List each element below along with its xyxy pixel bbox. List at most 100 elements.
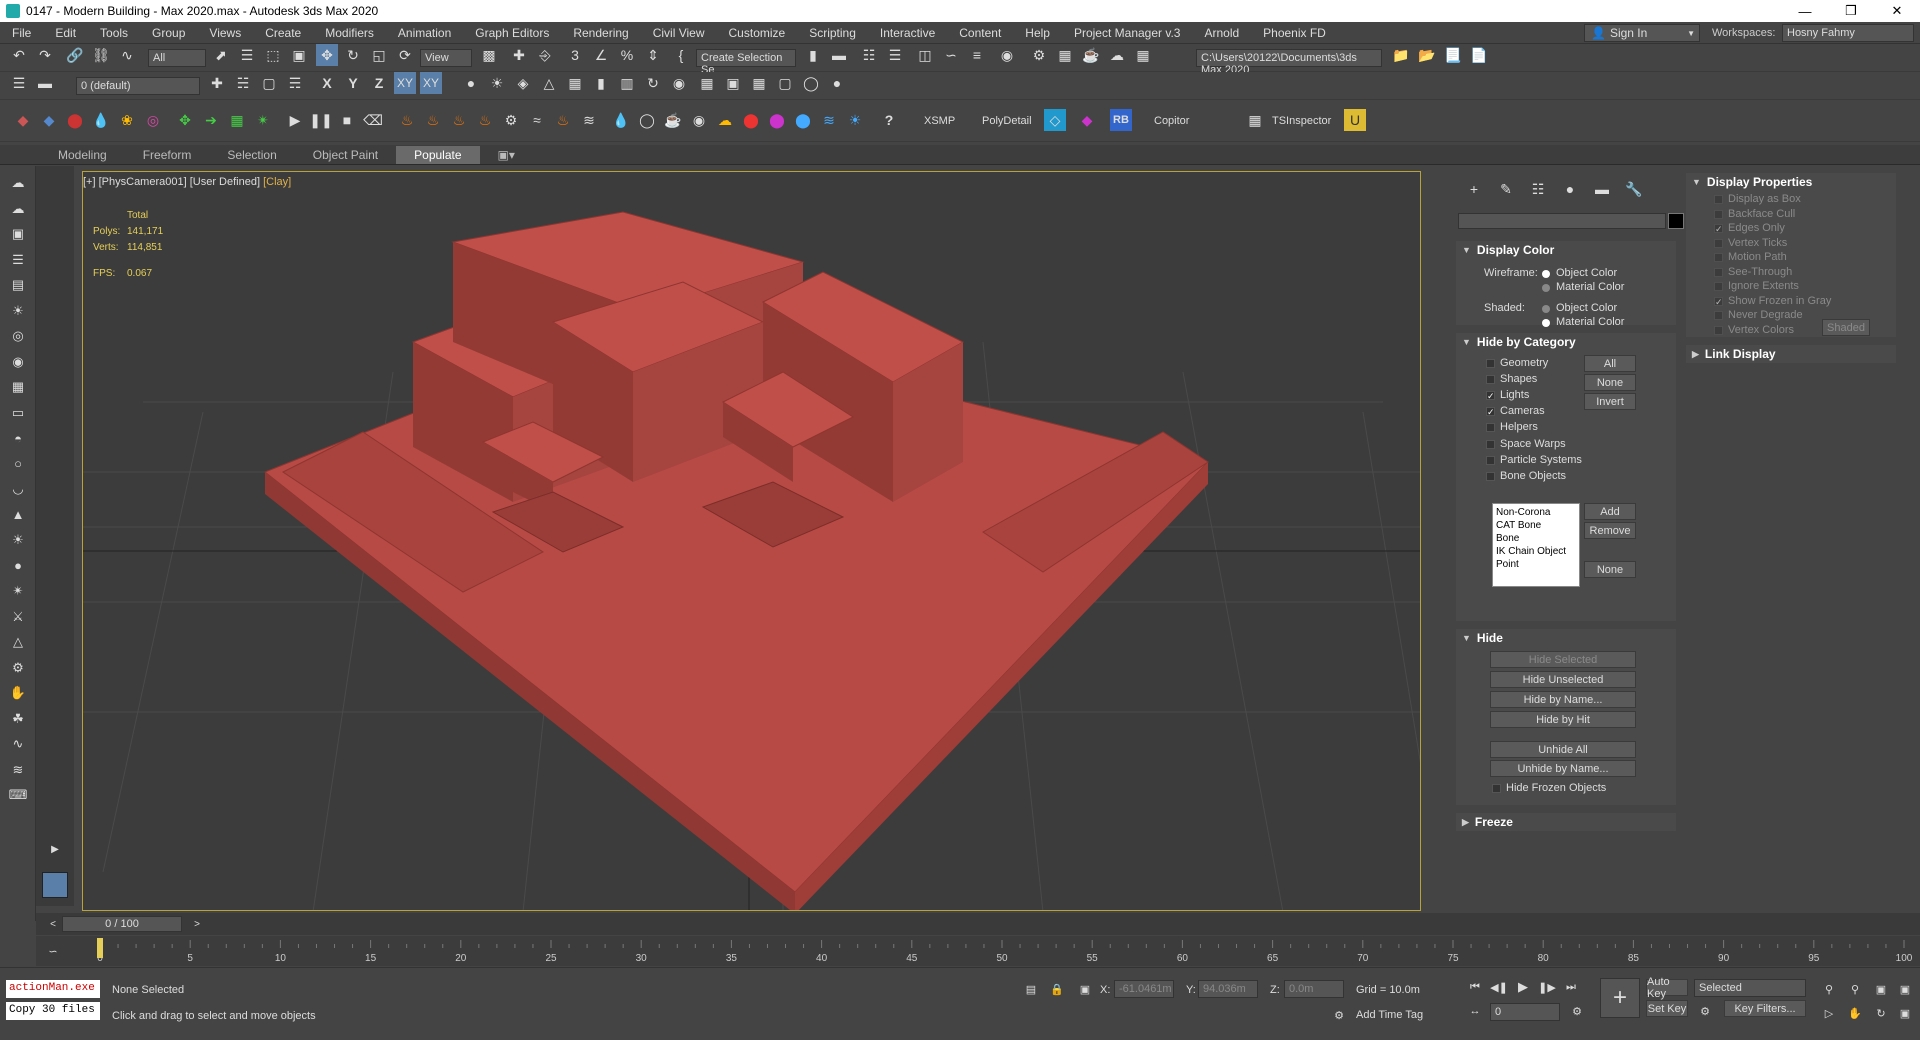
vertex-colors-checkbox[interactable] bbox=[1714, 325, 1723, 335]
display-as-box-checkbox[interactable] bbox=[1714, 195, 1723, 204]
wireframe-object-color-radio[interactable] bbox=[1542, 270, 1550, 278]
select-object-icon[interactable]: ⬈ bbox=[210, 44, 232, 66]
track-bar[interactable]: ∽ 0 5 10 15 20 25 30 35 40 45 50 55 60 65 70 75 80 85 90 95… bbox=[36, 936, 1920, 966]
motion-tab-icon[interactable]: ● bbox=[1554, 179, 1586, 199]
nav-zoom-extents-icon[interactable]: ▣ bbox=[1870, 978, 1892, 1000]
hide-space-warps-checkbox[interactable] bbox=[1486, 439, 1495, 449]
stop-icon[interactable]: ■ bbox=[336, 109, 358, 131]
expand-arrow-icon[interactable]: ▶ bbox=[44, 838, 66, 860]
plugin-blue-icon[interactable]: ◇ bbox=[1044, 109, 1066, 131]
redo-icon[interactable]: ↷ bbox=[34, 44, 56, 66]
filter-list-item[interactable]: Non-Corona bbox=[1496, 506, 1576, 519]
auto-key-button[interactable]: Auto Key bbox=[1646, 976, 1688, 1000]
grid-green-icon[interactable]: ▦ bbox=[226, 109, 248, 131]
ref-coord-dropdown[interactable]: View bbox=[420, 49, 472, 67]
tsinspector-icon[interactable]: ▦ bbox=[1244, 109, 1266, 131]
flame-icon[interactable]: ♨ bbox=[552, 109, 574, 131]
current-frame-field[interactable]: 0 bbox=[1490, 1003, 1560, 1021]
z-coord-field[interactable]: 0.0m bbox=[1284, 980, 1344, 998]
link-display-header[interactable]: ▶ Link Display bbox=[1686, 345, 1896, 363]
hide-by-category-header[interactable]: ▼ Hide by Category bbox=[1456, 333, 1676, 351]
render-cloud-icon[interactable]: ☁ bbox=[1106, 44, 1128, 66]
hide-header[interactable]: ▼ Hide bbox=[1456, 629, 1676, 647]
scene-explorer-icon[interactable]: ☁ bbox=[7, 172, 29, 194]
bowl-icon[interactable]: ◉ bbox=[688, 109, 710, 131]
absolute-mode-icon[interactable]: ▣ bbox=[1074, 978, 1096, 1000]
nav-zoom-all-icon[interactable]: ⚲ bbox=[1844, 978, 1866, 1000]
filter-list-item[interactable]: IK Chain Object bbox=[1496, 545, 1576, 558]
hide-by-name-button[interactable]: Hide by Name... bbox=[1490, 691, 1636, 708]
menu-help[interactable]: Help bbox=[1013, 26, 1062, 40]
material-editor-icon[interactable]: ◉ bbox=[996, 44, 1018, 66]
tsinspector-button[interactable]: TSInspector bbox=[1272, 115, 1331, 127]
play-animation-icon[interactable]: ▶ bbox=[1512, 976, 1534, 998]
menu-tools[interactable]: Tools bbox=[88, 26, 140, 40]
vertex-colors-shaded-button[interactable]: Shaded bbox=[1822, 319, 1870, 336]
play-icon[interactable]: ▶ bbox=[284, 109, 306, 131]
add-time-tag[interactable]: Add Time Tag bbox=[1356, 1009, 1423, 1021]
y-coord-field[interactable]: 94.036m bbox=[1198, 980, 1258, 998]
menu-edit[interactable]: Edit bbox=[43, 26, 88, 40]
hide-bone-objects-checkbox[interactable] bbox=[1486, 471, 1495, 481]
link-icon[interactable]: 🔗 bbox=[64, 44, 86, 66]
ribbon-options-icon[interactable]: ▣▾ bbox=[480, 146, 533, 164]
primitive-cube-icon[interactable]: ◆ bbox=[38, 109, 60, 131]
snap-grid-icon[interactable]: ▦ bbox=[696, 72, 718, 94]
menu-interactive[interactable]: Interactive bbox=[868, 26, 947, 40]
glass-icon[interactable]: ◯ bbox=[636, 109, 658, 131]
terminal-icon[interactable]: ⌨ bbox=[7, 784, 29, 806]
rotate-icon[interactable]: ↻ bbox=[342, 44, 364, 66]
project-create-icon[interactable]: 📃 bbox=[1442, 44, 1464, 66]
viewport-camera-label[interactable]: [PhysCamera001] bbox=[99, 176, 187, 188]
nav-fov-icon[interactable]: ▷ bbox=[1818, 1002, 1840, 1024]
axis-xy-button[interactable]: XY bbox=[394, 72, 416, 94]
nav-pan-icon[interactable]: ✋ bbox=[1844, 1002, 1866, 1024]
layer-stack-icon[interactable]: ☵ bbox=[232, 72, 254, 94]
menu-phoenix-fd[interactable]: Phoenix FD bbox=[1251, 26, 1338, 40]
fire3-icon[interactable]: ♨ bbox=[448, 109, 470, 131]
maxscript-listener-line[interactable]: actionMan.exe bbox=[6, 980, 100, 998]
array-icon[interactable]: ▣ bbox=[722, 72, 744, 94]
droplet-icon[interactable]: 💧 bbox=[90, 109, 112, 131]
primitive-box-icon[interactable]: ◆ bbox=[12, 109, 34, 131]
time-config-icon[interactable]: ⚙ bbox=[1566, 1000, 1588, 1022]
ribbon-tab-selection[interactable]: Selection bbox=[209, 146, 294, 164]
hierarchy-tab-icon[interactable]: ☷ bbox=[1522, 179, 1554, 199]
ball-icon[interactable]: ● bbox=[7, 555, 29, 577]
unlink-icon[interactable]: ⛓ bbox=[90, 44, 112, 66]
hide-frozen-checkbox[interactable] bbox=[1492, 784, 1501, 793]
hide-shapes-checkbox[interactable] bbox=[1486, 375, 1495, 385]
trash-icon[interactable]: ⌫ bbox=[362, 109, 384, 131]
angle-snap-icon[interactable]: ∠ bbox=[590, 44, 612, 66]
menu-views[interactable]: Views bbox=[197, 26, 253, 40]
light-bulb-icon[interactable]: ☀ bbox=[7, 300, 29, 322]
box-icon[interactable]: ▭ bbox=[7, 402, 29, 424]
select-in-layer-icon[interactable]: ▢ bbox=[258, 72, 280, 94]
minimize-button[interactable]: — bbox=[1782, 0, 1828, 22]
select-similar-icon[interactable]: ▦ bbox=[748, 72, 770, 94]
unhide-all-button[interactable]: Unhide All bbox=[1490, 741, 1636, 758]
named-selection-dropdown[interactable]: Create Selection Se bbox=[696, 49, 796, 76]
fire-icon[interactable]: ♨ bbox=[396, 109, 418, 131]
xsmp-button[interactable]: XSMP bbox=[924, 115, 955, 127]
nav-zoom-extents-all-icon[interactable]: ▣ bbox=[1894, 978, 1916, 1000]
rendered-frame-icon[interactable]: ▦ bbox=[1054, 44, 1076, 66]
cone-icon[interactable]: ▲ bbox=[7, 504, 29, 526]
key-filters-button[interactable]: Key Filters... bbox=[1724, 1000, 1806, 1017]
axis-xy-cycle-button[interactable]: XY bbox=[420, 72, 442, 94]
wireframe-material-color-radio[interactable] bbox=[1542, 284, 1550, 292]
hide-none-button[interactable]: None bbox=[1584, 374, 1636, 391]
maxscript-input-line[interactable]: Copy 30 files bbox=[6, 1002, 100, 1020]
prev-frame-icon[interactable]: ◀❚ bbox=[1488, 976, 1510, 998]
goto-end-icon[interactable]: ⏭ bbox=[1560, 976, 1582, 998]
plugin-u-icon[interactable]: U bbox=[1344, 109, 1366, 131]
camera-tool-icon[interactable]: ◉ bbox=[668, 72, 690, 94]
pivot-center-icon[interactable]: ▩ bbox=[478, 44, 500, 66]
scale-icon[interactable]: ◱ bbox=[368, 44, 390, 66]
axis-z-button[interactable]: Z bbox=[368, 72, 390, 94]
spacing-icon[interactable]: ▮ bbox=[590, 72, 612, 94]
lock-selection-icon[interactable]: 🔒 bbox=[1046, 978, 1068, 1000]
workspaces-dropdown[interactable]: Hosny Fahmy bbox=[1782, 24, 1914, 42]
project-path-field[interactable]: C:\Users\20122\Documents\3ds Max 2020 bbox=[1196, 49, 1382, 76]
hide-helpers-checkbox[interactable] bbox=[1486, 423, 1495, 433]
